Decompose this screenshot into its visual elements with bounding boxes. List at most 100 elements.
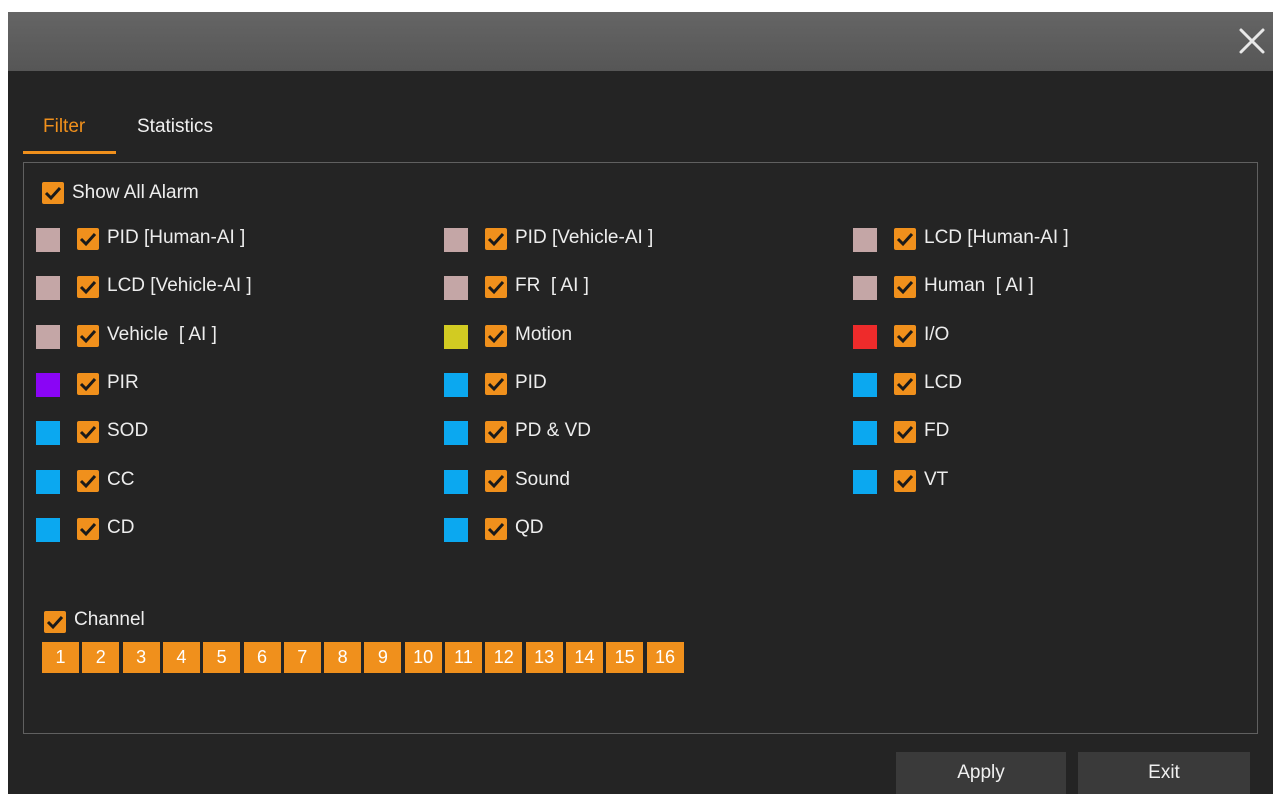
checkmark-icon <box>79 425 97 440</box>
channel-button-11[interactable]: 11 <box>445 642 482 673</box>
alarm-color-swatch <box>853 421 877 445</box>
alarm-type-checkbox[interactable] <box>485 518 507 540</box>
tab-filter[interactable]: Filter <box>23 112 116 154</box>
channel-button-4[interactable]: 4 <box>162 642 200 673</box>
checkmark-icon <box>79 329 97 344</box>
channel-button-16[interactable]: 16 <box>646 642 684 673</box>
alarm-type-checkbox[interactable] <box>77 470 99 492</box>
exit-button[interactable]: Exit <box>1078 752 1250 794</box>
channel-button-6[interactable]: 6 <box>243 642 281 673</box>
alarm-color-swatch <box>36 276 60 300</box>
close-icon[interactable] <box>1233 22 1271 60</box>
channel-button-5[interactable]: 5 <box>203 642 241 673</box>
checkmark-icon <box>44 186 62 201</box>
alarm-type-item: PID <box>444 371 804 397</box>
alarm-type-checkbox[interactable] <box>77 518 99 540</box>
alarm-type-label: PID [Vehicle-AI ] <box>515 227 654 248</box>
alarm-type-checkbox[interactable] <box>485 373 507 395</box>
alarm-color-swatch <box>36 228 60 252</box>
checkmark-icon <box>896 425 914 440</box>
alarm-type-item: Motion <box>444 323 804 349</box>
alarm-type-label: FR [ AI ] <box>515 275 589 296</box>
alarm-type-checkbox[interactable] <box>485 470 507 492</box>
alarm-color-swatch <box>853 325 877 349</box>
alarm-color-swatch <box>36 470 60 494</box>
alarm-color-swatch <box>444 470 468 494</box>
alarm-type-checkbox[interactable] <box>77 276 99 298</box>
alarm-type-item: VT <box>853 468 1213 494</box>
dialog-titlebar <box>8 12 1273 71</box>
checkmark-icon <box>79 280 97 295</box>
channel-button-12[interactable]: 12 <box>485 642 523 673</box>
alarm-type-item: Vehicle [ AI ] <box>36 323 396 349</box>
show-all-alarm-checkbox[interactable] <box>42 182 64 204</box>
alarm-type-item: LCD <box>853 371 1213 397</box>
alarm-type-label: LCD <box>924 372 963 393</box>
alarm-type-checkbox[interactable] <box>77 228 99 250</box>
checkmark-icon <box>487 329 505 344</box>
channel-button-8[interactable]: 8 <box>324 642 362 673</box>
alarm-type-item: I/O <box>853 323 1213 349</box>
alarm-type-item: PIR <box>36 371 396 397</box>
alarm-color-swatch <box>444 228 468 252</box>
checkmark-icon <box>896 377 914 392</box>
alarm-type-checkbox[interactable] <box>77 421 99 443</box>
channel-button-13[interactable]: 13 <box>525 642 563 673</box>
alarm-type-checkbox[interactable] <box>894 276 916 298</box>
alarm-type-label: FD <box>924 420 950 441</box>
alarm-type-checkbox[interactable] <box>894 421 916 443</box>
alarm-type-checkbox[interactable] <box>894 470 916 492</box>
checkmark-icon <box>487 232 505 247</box>
alarm-type-label: CD <box>107 517 135 538</box>
tab-statistics[interactable]: Statistics <box>137 112 257 154</box>
alarm-color-swatch <box>444 325 468 349</box>
alarm-type-label: SOD <box>107 420 149 441</box>
channel-button-10[interactable]: 10 <box>404 642 442 673</box>
alarm-type-checkbox[interactable] <box>485 228 507 250</box>
alarm-type-item: CD <box>36 516 396 542</box>
alarm-type-label: Vehicle [ AI ] <box>107 324 217 345</box>
filter-panel: Show All Alarm PID [Human-AI ] PID [Vehic… <box>23 162 1258 734</box>
alarm-type-label: VT <box>924 469 949 490</box>
alarm-type-checkbox[interactable] <box>894 228 916 250</box>
checkmark-icon <box>487 474 505 489</box>
alarm-type-label: I/O <box>924 324 950 345</box>
checkmark-icon <box>896 232 914 247</box>
alarm-type-checkbox[interactable] <box>485 421 507 443</box>
show-all-alarm-label: Show All Alarm <box>72 182 199 203</box>
alarm-type-item: PD & VD <box>444 419 804 445</box>
channel-button-7[interactable]: 7 <box>283 642 321 673</box>
alarm-color-swatch <box>36 421 60 445</box>
alarm-type-item: FD <box>853 419 1213 445</box>
channel-button-2[interactable]: 2 <box>82 642 120 673</box>
channel-button-14[interactable]: 14 <box>565 642 603 673</box>
alarm-color-swatch <box>36 373 60 397</box>
alarm-color-swatch <box>444 276 468 300</box>
channel-checkbox[interactable] <box>44 611 66 633</box>
apply-button[interactable]: Apply <box>896 752 1066 794</box>
alarm-type-item: Sound <box>444 468 804 494</box>
alarm-type-checkbox[interactable] <box>485 276 507 298</box>
checkmark-icon <box>79 474 97 489</box>
alarm-type-item: SOD <box>36 419 396 445</box>
alarm-type-label: PD & VD <box>515 420 592 441</box>
alarm-type-checkbox[interactable] <box>485 325 507 347</box>
channel-button-9[interactable]: 9 <box>364 642 402 673</box>
alarm-color-swatch <box>36 325 60 349</box>
alarm-color-swatch <box>36 518 60 542</box>
channel-button-1[interactable]: 1 <box>42 642 79 673</box>
alarm-type-label: LCD [Vehicle-AI ] <box>107 275 252 296</box>
alarm-color-swatch <box>853 228 877 252</box>
channel-button-15[interactable]: 15 <box>606 642 644 673</box>
alarm-color-swatch <box>853 373 877 397</box>
alarm-type-checkbox[interactable] <box>77 373 99 395</box>
alarm-type-checkbox[interactable] <box>77 325 99 347</box>
channel-button-3[interactable]: 3 <box>122 642 160 673</box>
alarm-type-checkbox[interactable] <box>894 325 916 347</box>
alarm-color-swatch <box>853 276 877 300</box>
alarm-type-item: LCD [Vehicle-AI ] <box>36 274 396 300</box>
alarm-type-checkbox[interactable] <box>894 373 916 395</box>
checkmark-icon <box>487 425 505 440</box>
checkmark-icon <box>79 377 97 392</box>
alarm-color-swatch <box>853 470 877 494</box>
